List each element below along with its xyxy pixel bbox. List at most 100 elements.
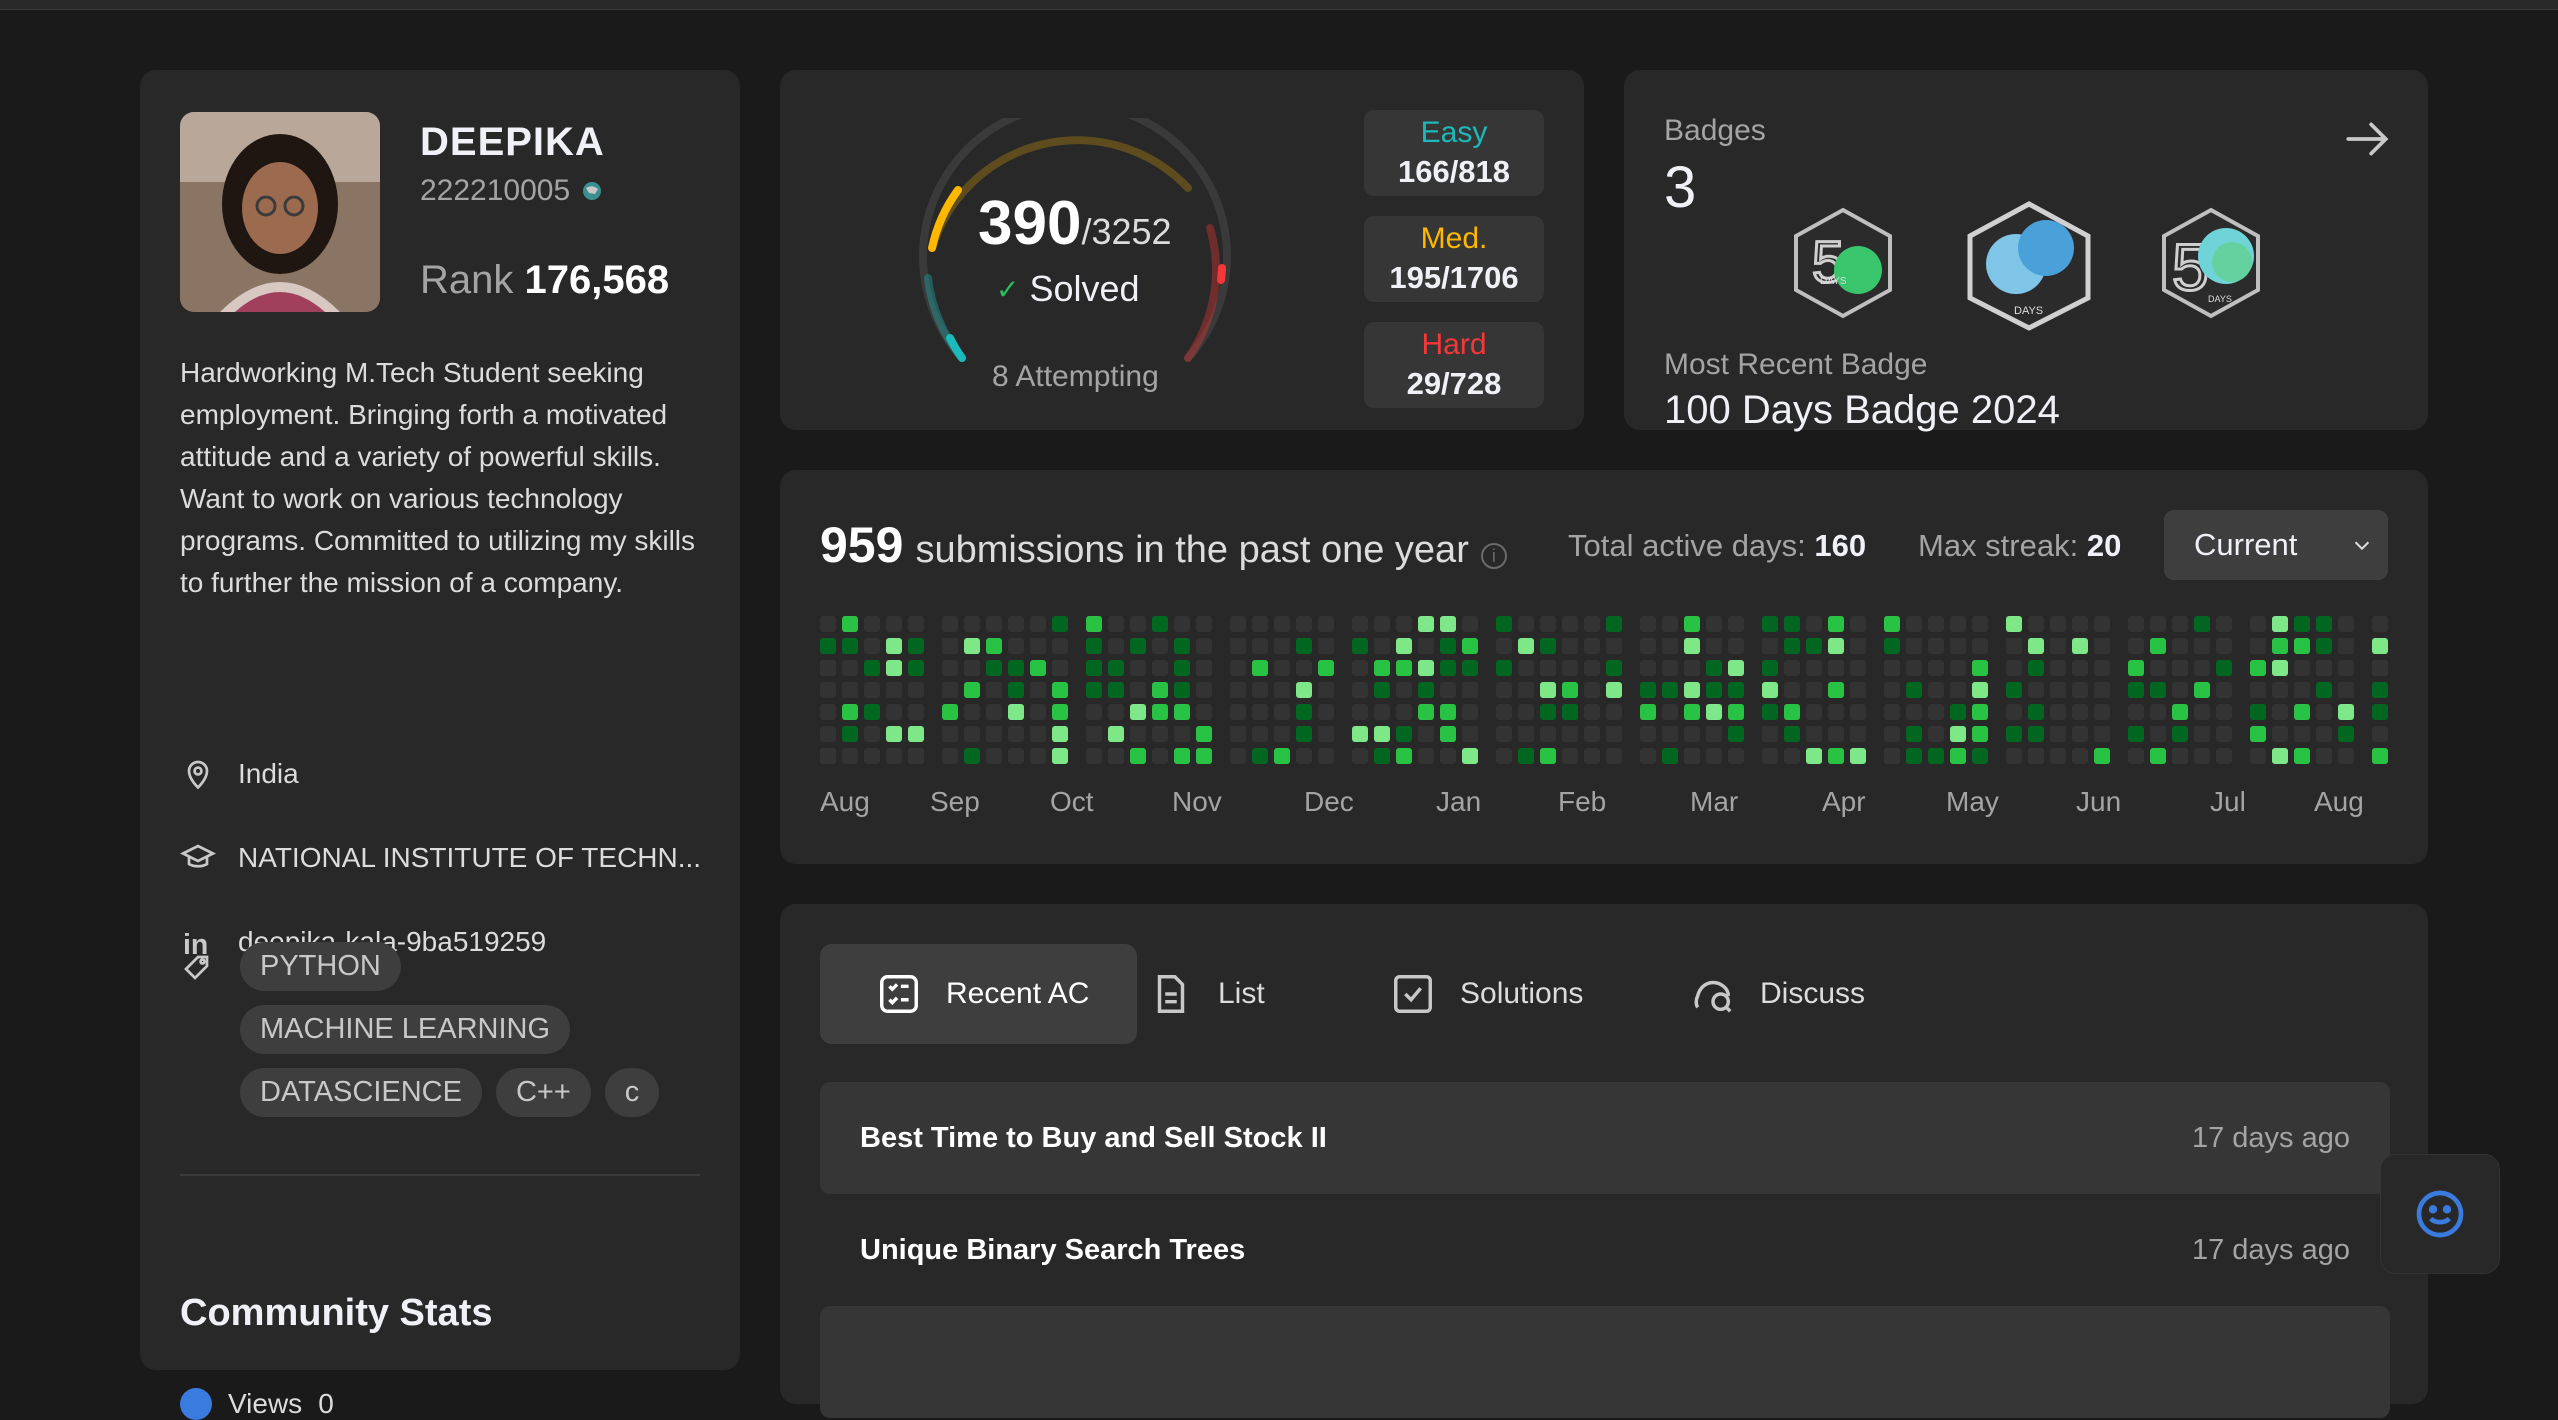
heatmap-cell[interactable] — [1086, 616, 1102, 632]
list-item[interactable] — [820, 1306, 2390, 1418]
heatmap-cell[interactable] — [886, 660, 902, 676]
heatmap-cell[interactable] — [1828, 616, 1844, 632]
heatmap-cell[interactable] — [2338, 616, 2354, 632]
heatmap-cell[interactable] — [2028, 726, 2044, 742]
heatmap-cell[interactable] — [1274, 704, 1290, 720]
heatmap-cell[interactable] — [1230, 748, 1246, 764]
heatmap-cell[interactable] — [2372, 638, 2388, 654]
heatmap-cell[interactable] — [2272, 748, 2288, 764]
heatmap-cell[interactable] — [2150, 704, 2166, 720]
heatmap-cell[interactable] — [1728, 726, 1744, 742]
heatmap-cell[interactable] — [2128, 660, 2144, 676]
heatmap-cell[interactable] — [1230, 616, 1246, 632]
50-days-badge-icon[interactable]: 5 DAYS — [1790, 206, 1896, 320]
heatmap-cell[interactable] — [1928, 616, 1944, 632]
heatmap-cell[interactable] — [1440, 748, 1456, 764]
heatmap-cell[interactable] — [2316, 616, 2332, 632]
heatmap-cell[interactable] — [1296, 682, 1312, 698]
heatmap-cell[interactable] — [1396, 726, 1412, 742]
heatmap-cell[interactable] — [1662, 726, 1678, 742]
heatmap-cell[interactable] — [1806, 660, 1822, 676]
heatmap-cell[interactable] — [1606, 704, 1622, 720]
heatmap-cell[interactable] — [2028, 704, 2044, 720]
heatmap-cell[interactable] — [2128, 704, 2144, 720]
heatmap-cell[interactable] — [1174, 748, 1190, 764]
heatmap-cell[interactable] — [1684, 638, 1700, 654]
heatmap-cell[interactable] — [1762, 638, 1778, 654]
heatmap-cell[interactable] — [842, 616, 858, 632]
heatmap-cell[interactable] — [2006, 638, 2022, 654]
heatmap-cell[interactable] — [1130, 682, 1146, 698]
heatmap-cell[interactable] — [1662, 616, 1678, 632]
heatmap-cell[interactable] — [1252, 748, 1268, 764]
heatmap-cell[interactable] — [2272, 638, 2288, 654]
heatmap-cell[interactable] — [1706, 748, 1722, 764]
heatmap-cell[interactable] — [2250, 660, 2266, 676]
heatmap-cell[interactable] — [1440, 660, 1456, 676]
heatmap-cell[interactable] — [2150, 726, 2166, 742]
heatmap-cell[interactable] — [2050, 616, 2066, 632]
heatmap-cell[interactable] — [1728, 638, 1744, 654]
heatmap-cell[interactable] — [1174, 616, 1190, 632]
heatmap-cell[interactable] — [986, 748, 1002, 764]
heatmap-cell[interactable] — [1052, 704, 1068, 720]
skill-tag[interactable]: MACHINE LEARNING — [240, 1005, 571, 1054]
heatmap-cell[interactable] — [1762, 748, 1778, 764]
heatmap-cell[interactable] — [1784, 660, 1800, 676]
heatmap-cell[interactable] — [2172, 616, 2188, 632]
heatmap-cell[interactable] — [1496, 660, 1512, 676]
heatmap-cell[interactable] — [1540, 682, 1556, 698]
heatmap-cell[interactable] — [2338, 660, 2354, 676]
heatmap-cell[interactable] — [2094, 748, 2110, 764]
heatmap-cell[interactable] — [1440, 616, 1456, 632]
heatmap-cell[interactable] — [2072, 726, 2088, 742]
heatmap-cell[interactable] — [1396, 660, 1412, 676]
heatmap-cell[interactable] — [1706, 682, 1722, 698]
heatmap-cell[interactable] — [820, 682, 836, 698]
heatmap-cell[interactable] — [1396, 682, 1412, 698]
skill-tag[interactable]: C++ — [495, 1068, 591, 1117]
50-days-badge-icon[interactable]: 5 DAYS — [2158, 206, 2264, 320]
tab-solutions[interactable]: Solutions — [1350, 944, 1631, 1044]
heatmap-cell[interactable] — [1196, 682, 1212, 698]
heatmap-cell[interactable] — [886, 748, 902, 764]
heatmap-cell[interactable] — [1296, 616, 1312, 632]
heatmap-cell[interactable] — [1562, 682, 1578, 698]
heatmap-cell[interactable] — [1230, 726, 1246, 742]
heatmap-cell[interactable] — [1640, 616, 1656, 632]
heatmap-cell[interactable] — [1496, 704, 1512, 720]
heatmap-cell[interactable] — [1318, 726, 1334, 742]
heatmap-cell[interactable] — [2006, 726, 2022, 742]
heatmap-cell[interactable] — [1972, 660, 1988, 676]
heatmap-cell[interactable] — [986, 704, 1002, 720]
heatmap-cell[interactable] — [908, 748, 924, 764]
heatmap-cell[interactable] — [2294, 726, 2310, 742]
heatmap-cell[interactable] — [1518, 704, 1534, 720]
heatmap-cell[interactable] — [2050, 638, 2066, 654]
heatmap-cell[interactable] — [2050, 660, 2066, 676]
heatmap-cell[interactable] — [1950, 748, 1966, 764]
heatmap-cell[interactable] — [1418, 704, 1434, 720]
heatmap-cell[interactable] — [2372, 682, 2388, 698]
heatmap-cell[interactable] — [1540, 638, 1556, 654]
heatmap-cell[interactable] — [1230, 704, 1246, 720]
heatmap-cell[interactable] — [2372, 704, 2388, 720]
heatmap-cell[interactable] — [1640, 682, 1656, 698]
heatmap-cell[interactable] — [1196, 638, 1212, 654]
heatmap-cell[interactable] — [2150, 748, 2166, 764]
heatmap-cell[interactable] — [820, 748, 836, 764]
heatmap-cell[interactable] — [1606, 660, 1622, 676]
heatmap-cell[interactable] — [1562, 660, 1578, 676]
heatmap-cell[interactable] — [1396, 704, 1412, 720]
heatmap-cell[interactable] — [964, 616, 980, 632]
heatmap-cell[interactable] — [1706, 726, 1722, 742]
heatmap-cell[interactable] — [942, 660, 958, 676]
heatmap-cell[interactable] — [1108, 748, 1124, 764]
heatmap-cell[interactable] — [908, 704, 924, 720]
heatmap-cell[interactable] — [1806, 726, 1822, 742]
heatmap-cell[interactable] — [1396, 748, 1412, 764]
heatmap-cell[interactable] — [1030, 682, 1046, 698]
heatmap-cell[interactable] — [1352, 638, 1368, 654]
heatmap-cell[interactable] — [1784, 638, 1800, 654]
heatmap-cell[interactable] — [1196, 616, 1212, 632]
